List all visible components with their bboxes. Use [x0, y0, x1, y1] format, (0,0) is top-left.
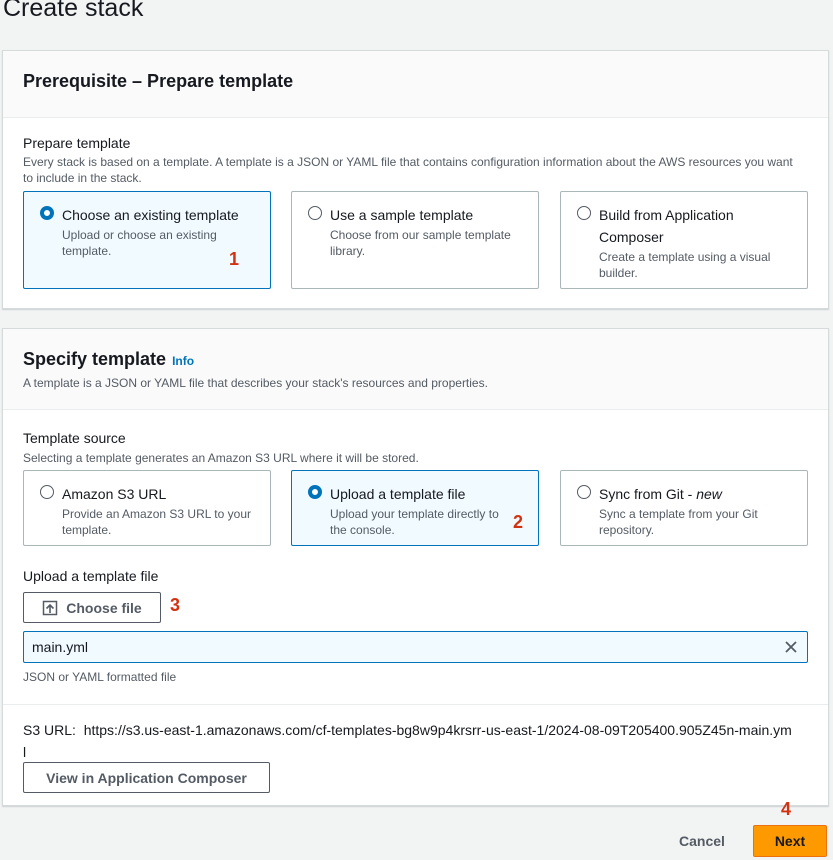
option-title: Sync from Git - new [599, 483, 795, 505]
radio-sync-git[interactable] [577, 485, 591, 499]
selected-file-name: main.yml [32, 639, 89, 655]
option-title: Amazon S3 URL [62, 486, 167, 502]
cancel-button[interactable]: Cancel [679, 833, 725, 849]
radio-sample-template[interactable] [308, 206, 322, 220]
option-title: Upload a template file [330, 486, 466, 502]
step-marker-4: 4 [781, 799, 792, 819]
radio-upload-file[interactable] [308, 485, 322, 499]
next-button[interactable]: Next [753, 825, 827, 857]
prerequisite-panel: Prerequisite – Prepare template Prepare … [2, 50, 829, 309]
specify-template-panel: Specify template Info A template is a JSO… [2, 328, 829, 806]
choose-file-label: Choose file [66, 599, 142, 616]
next-label: Next [774, 833, 806, 849]
divider [3, 704, 828, 705]
option-desc: Provide an Amazon S3 URL to your templat… [62, 507, 251, 537]
close-icon[interactable] [783, 639, 799, 655]
info-link[interactable]: Info [172, 354, 194, 368]
option-existing-template[interactable]: Choose an existing template Upload or ch… [23, 191, 271, 289]
option-desc: Choose from our sample template library. [330, 228, 511, 258]
option-sync-git[interactable]: Sync from Git - new Sync a template from… [560, 470, 808, 546]
option-application-composer[interactable]: Build from Application Composer Create a… [560, 191, 808, 289]
step-marker-1: 1 [229, 249, 240, 269]
choose-file-button[interactable]: Choose file [23, 592, 161, 623]
view-in-composer-button[interactable]: View in Application Composer [23, 762, 270, 793]
prerequisite-title: Prerequisite – Prepare template [23, 71, 294, 91]
option-desc: Sync a template from your Git repository… [599, 507, 758, 537]
view-in-composer-label: View in Application Composer [46, 769, 247, 786]
prerequisite-header: Prerequisite – Prepare template [3, 51, 828, 118]
specify-template-title-text: Specify template [23, 349, 167, 369]
specify-template-title: Specify template Info [23, 329, 808, 370]
option-desc: Upload your template directly to the con… [330, 507, 499, 537]
option-upload-file[interactable]: Upload a template file Upload your templ… [291, 470, 539, 546]
prepare-template-label: Prepare template [23, 135, 131, 151]
file-format-hint: JSON or YAML formatted file [23, 670, 177, 684]
step-marker-2: 2 [513, 512, 524, 532]
selected-file-field[interactable]: main.yml [23, 631, 808, 663]
specify-template-header: Specify template Info A template is a JSO… [3, 329, 828, 410]
option-title-main: Sync from Git - [599, 486, 697, 502]
option-desc: Create a template using a visual builder… [599, 250, 771, 280]
new-badge: new [696, 486, 722, 502]
specify-template-desc: A template is a JSON or YAML file that d… [23, 376, 488, 390]
upload-icon [43, 600, 58, 615]
option-title: Use a sample template [330, 207, 474, 223]
option-title: Build from Application Composer [599, 207, 734, 245]
template-source-desc: Selecting a template generates an Amazon… [23, 451, 419, 465]
option-sample-template[interactable]: Use a sample template Choose from our sa… [291, 191, 539, 289]
step-marker-3: 3 [170, 595, 181, 615]
template-source-label: Template source [23, 430, 126, 446]
option-desc: Upload or choose an existing template. [62, 228, 217, 258]
s3-url-label: S3 URL: [23, 722, 76, 738]
radio-s3-url[interactable] [40, 485, 54, 499]
page-title: Create stack [3, 0, 144, 22]
s3-url-row: S3 URL: https://s3.us-east-1.amazonaws.c… [23, 719, 793, 763]
radio-existing-template[interactable] [40, 206, 54, 220]
prepare-template-desc: Every stack is based on a template. A te… [23, 155, 793, 185]
upload-file-label: Upload a template file [23, 568, 159, 584]
option-title: Choose an existing template [62, 207, 239, 223]
option-s3-url[interactable]: Amazon S3 URL Provide an Amazon S3 URL t… [23, 470, 271, 546]
radio-application-composer[interactable] [577, 206, 591, 220]
s3-url-value: https://s3.us-east-1.amazonaws.com/cf-te… [23, 722, 792, 760]
